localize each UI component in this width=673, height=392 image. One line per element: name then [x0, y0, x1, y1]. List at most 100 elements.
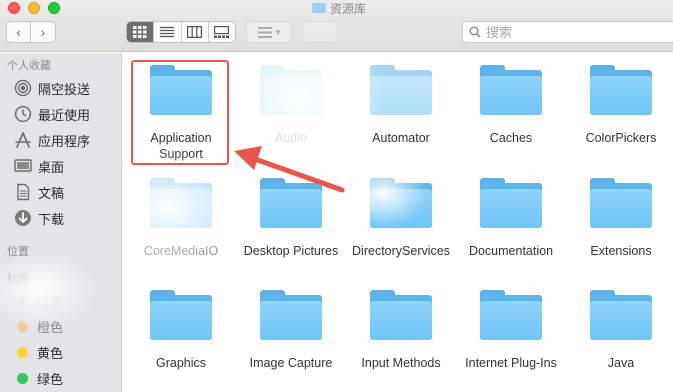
search-input[interactable] — [486, 24, 666, 40]
sidebar-item-label: 黄色 — [37, 345, 64, 361]
folder-label: DirectoryServices — [352, 244, 450, 258]
list-view-button[interactable] — [154, 22, 182, 42]
grid-icon — [133, 26, 147, 38]
recents-clock-icon — [14, 105, 32, 123]
folder-icon — [590, 178, 652, 228]
favorites-section-title: 个人收藏 — [7, 60, 51, 72]
sidebar-item-label: 应用程序 — [38, 133, 91, 149]
sidebar-tag-yellow[interactable]: 黄色 — [14, 341, 63, 363]
folder-label: Input Methods — [361, 356, 441, 370]
sidebar-item-desktop[interactable]: 桌面 — [14, 155, 64, 177]
sidebar-item-label: 文稿 — [38, 185, 65, 201]
folder-item[interactable]: Image Capture — [236, 290, 346, 371]
folder-item[interactable]: Audio — [236, 65, 346, 146]
sidebar-tag-orange[interactable]: 橙色 — [14, 315, 63, 337]
folder-icon — [590, 65, 652, 115]
folder-icon — [312, 3, 326, 13]
sidebar-item-downloads[interactable]: 下载 — [14, 207, 64, 229]
chevron-left-icon: ‹ — [16, 24, 21, 40]
folder-item[interactable]: Input Methods — [346, 290, 456, 371]
sidebar-item-label: 橙色 — [37, 319, 64, 335]
group-by-button[interactable]: ▾ — [246, 21, 292, 43]
sidebar-tag-green[interactable]: 绿色 — [14, 367, 63, 389]
yellow-tag-dot-icon — [17, 346, 28, 358]
folder-label: Internet Plug-Ins — [465, 356, 557, 370]
folder-label: Caches — [489, 131, 533, 145]
folder-label: Documentation — [468, 244, 554, 258]
folder-item[interactable]: CoreMediaIO — [126, 178, 236, 259]
folder-icon — [370, 290, 432, 340]
sidebar-tag-red[interactable]: 红色 — [14, 289, 63, 311]
sidebar-item-documents[interactable]: 文稿 — [14, 181, 64, 203]
desktop-icon — [14, 157, 32, 175]
folder-label: Audio — [275, 131, 307, 145]
folder-item[interactable]: ColorPickers — [566, 65, 673, 146]
applications-icon — [14, 131, 32, 149]
sidebar-item-label: 隔空投送 — [38, 81, 91, 97]
folder-label: ColorPickers — [585, 131, 657, 145]
toolbar: 资源库 ‹ › ▾ 搜索 — [0, 0, 673, 52]
orange-tag-dot-icon — [17, 320, 28, 332]
folder-item[interactable]: Desktop Pictures — [236, 178, 346, 259]
gallery-icon — [214, 26, 230, 38]
close-window-button[interactable] — [8, 2, 20, 14]
downloads-icon — [14, 209, 32, 227]
folder-item[interactable]: Documentation — [456, 178, 566, 259]
folder-icon — [480, 65, 542, 115]
folder-label: Image Capture — [249, 356, 333, 370]
sidebar-item-label: 红色 — [37, 293, 64, 309]
folder-item[interactable]: Caches — [456, 65, 566, 146]
minimize-window-button[interactable] — [28, 2, 40, 14]
window-title: 资源库 — [312, 0, 366, 16]
highlight-box — [131, 60, 229, 165]
gallery-view-button[interactable] — [209, 22, 235, 42]
folder-item[interactable]: DirectoryServices — [346, 178, 456, 259]
locations-section-title: 位置 — [7, 246, 29, 258]
folder-icon — [480, 178, 542, 228]
forward-button[interactable]: › — [31, 21, 56, 43]
folder-label: Java — [607, 356, 635, 370]
airdrop-icon — [14, 79, 32, 97]
sidebar-item-recents[interactable]: 最近使用 — [14, 103, 90, 125]
folder-icon — [370, 65, 432, 115]
folder-icon — [260, 65, 322, 115]
search-icon — [469, 26, 481, 38]
folder-label: CoreMediaIO — [143, 244, 219, 258]
folder-icon — [260, 290, 322, 340]
window-title-text: 资源库 — [330, 1, 367, 16]
icon-view-button[interactable] — [127, 22, 155, 42]
folder-label: Graphics — [155, 356, 207, 370]
folder-item[interactable]: Internet Plug-Ins — [456, 290, 566, 371]
sidebar-item-applications[interactable]: 应用程序 — [14, 129, 90, 151]
sidebar: 个人收藏 隔空投送 最近使用 应用程序 桌面 文稿 下载 位置 标签 红色 橙色… — [0, 53, 122, 392]
folder-item[interactable]: Automator — [346, 65, 456, 146]
folder-icon — [370, 178, 432, 228]
search-field[interactable] — [462, 21, 673, 43]
tags-section-title: 标签 — [7, 273, 29, 285]
folder-item[interactable]: Java — [566, 290, 673, 371]
folder-icon — [260, 178, 322, 228]
folder-item[interactable]: Extensions — [566, 178, 673, 259]
sidebar-item-label: 绿色 — [37, 371, 64, 387]
action-menu-button[interactable] — [302, 21, 338, 43]
red-tag-dot-icon — [17, 294, 28, 306]
column-view-button[interactable] — [182, 22, 209, 42]
folder-label: Desktop Pictures — [243, 244, 339, 258]
back-button[interactable]: ‹ — [6, 21, 31, 43]
green-tag-dot-icon — [17, 372, 28, 384]
sidebar-item-label: 下载 — [38, 211, 65, 227]
zoom-window-button[interactable] — [48, 2, 60, 14]
folder-icon — [150, 178, 212, 228]
sidebar-item-label: 最近使用 — [38, 107, 91, 123]
folder-item[interactable]: Graphics — [126, 290, 236, 371]
chevron-down-icon: ▾ — [275, 26, 281, 37]
group-grid-icon — [257, 26, 272, 38]
folder-label: Extensions — [590, 244, 652, 258]
sidebar-item-airdrop[interactable]: 隔空投送 — [14, 77, 90, 99]
list-icon — [160, 26, 175, 38]
documents-icon — [14, 183, 32, 201]
folder-label: Automator — [372, 131, 430, 145]
chevron-right-icon: › — [40, 24, 46, 40]
folder-icon — [480, 290, 542, 340]
sidebar-item-label: 桌面 — [38, 159, 65, 175]
